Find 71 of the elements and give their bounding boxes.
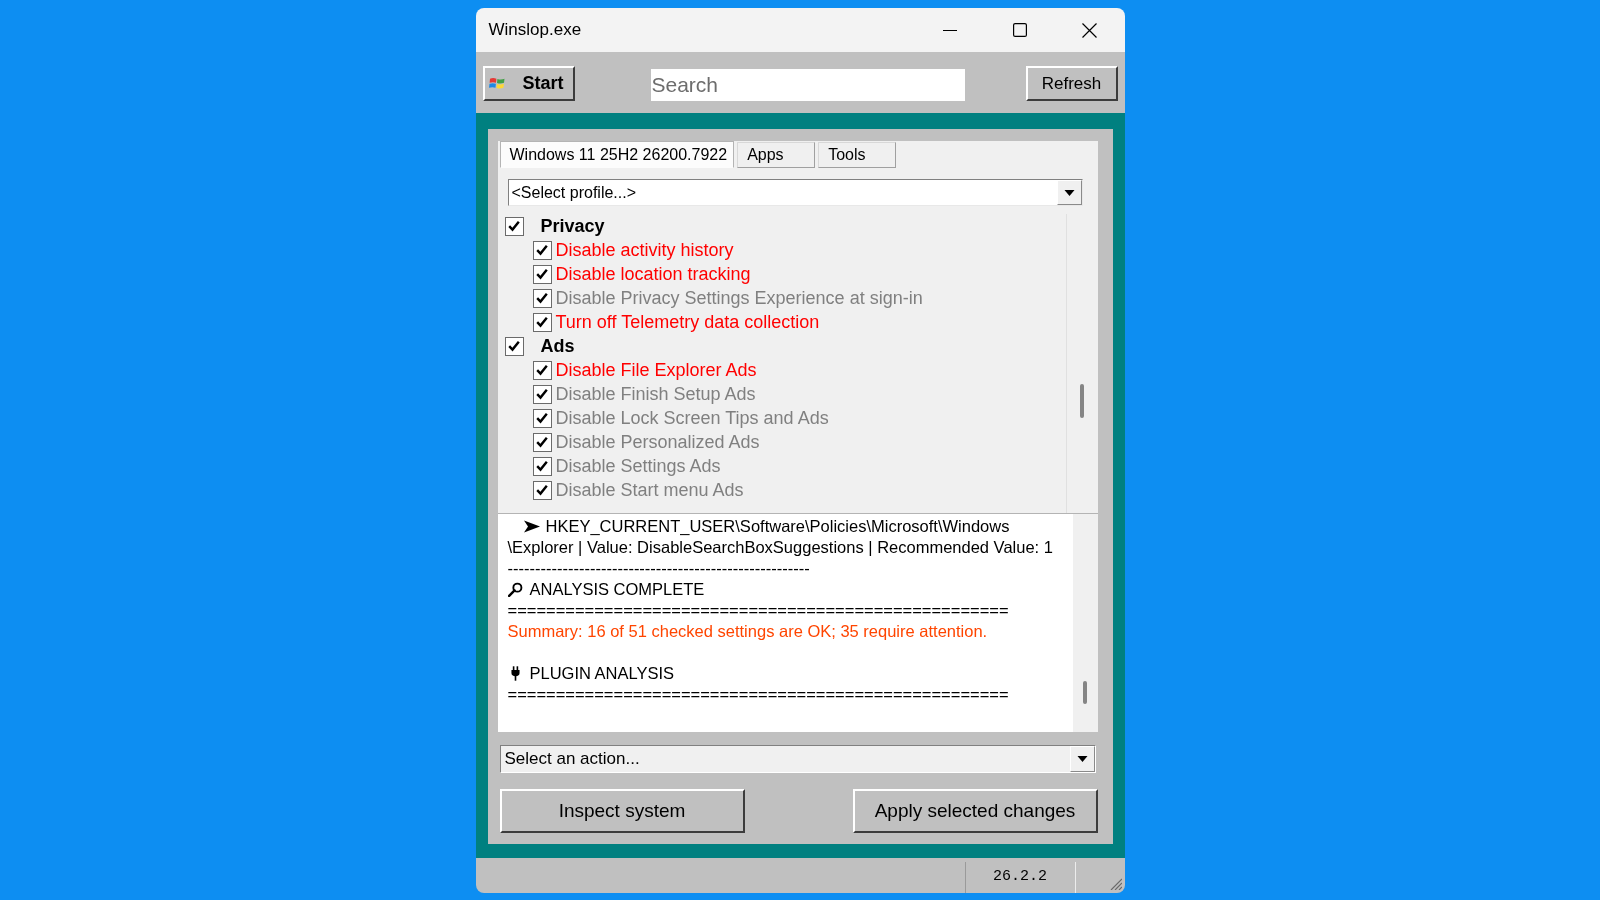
check-icon: [536, 316, 548, 328]
setting-label: Disable File Explorer Ads: [555, 358, 757, 382]
apply-button[interactable]: Apply selected changes: [852, 789, 1098, 833]
setting-label: Disable Privacy Settings Experience at sign-in: [555, 286, 923, 310]
profile-select[interactable]: <Select profile...>: [507, 179, 1083, 206]
checkbox[interactable]: [504, 336, 524, 356]
arrowhead-icon: [523, 520, 540, 533]
version-label: 26.2.2: [964, 862, 1076, 893]
setting-label: Disable Finish Setup Ads: [555, 382, 756, 406]
check-icon: [536, 268, 548, 280]
setting-label: Disable Lock Screen Tips and Ads: [555, 406, 829, 430]
caret-icon: [1076, 756, 1088, 762]
search-field[interactable]: Search: [650, 69, 965, 101]
checkbox[interactable]: [532, 456, 552, 476]
tab[interactable]: Tools: [818, 142, 897, 168]
group-label: Ads: [540, 334, 575, 358]
log-line: \Explorer | Value: DisableSearchBoxSuggestions | Recommended Value: 1: [507, 537, 1053, 559]
scrollbar-thumb[interactable]: [1083, 681, 1087, 704]
check-icon: [536, 412, 548, 424]
magnifier-icon: [508, 582, 523, 597]
inspect-button[interactable]: Inspect system: [499, 789, 745, 833]
scrollbar-thumb[interactable]: [1080, 384, 1084, 418]
dropdown-button[interactable]: [1069, 746, 1095, 772]
tab[interactable]: Apps: [737, 142, 816, 168]
close-icon: [1082, 22, 1097, 38]
check-icon: [536, 436, 548, 448]
log-heading: PLUGIN ANALYSIS: [529, 663, 675, 685]
window-title: Winslop.exe: [487, 19, 582, 42]
flag-icon: [488, 77, 505, 90]
resize-grip-icon: [1109, 878, 1122, 890]
check-icon: [536, 460, 548, 472]
check-icon: [536, 364, 548, 376]
checkbox[interactable]: [532, 408, 552, 428]
action-select[interactable]: Select an action...: [499, 745, 1096, 773]
checkbox[interactable]: [532, 240, 552, 260]
check-icon: [536, 484, 548, 496]
log-summary: Summary: 16 of 51 checked settings are OK; 35 require attention.: [507, 621, 988, 643]
log-entry: HKEY_CURRENT_USER\Software\Policies\Microsoft\Windows: [545, 516, 1010, 538]
setting-label: Disable location tracking: [555, 262, 751, 286]
log-separator: ====================================================: [507, 600, 1009, 622]
plug-icon: [511, 666, 520, 681]
setting-label: Disable Settings Ads: [555, 454, 721, 478]
minimize-icon: [942, 29, 957, 31]
log-heading: ANALYSIS COMPLETE: [529, 579, 705, 601]
checkbox[interactable]: [532, 312, 552, 332]
checkbox[interactable]: [532, 288, 552, 308]
check-icon: [536, 388, 548, 400]
checkbox[interactable]: [532, 264, 552, 284]
group-label: Privacy: [540, 214, 605, 238]
checkbox[interactable]: [532, 480, 552, 500]
setting-label: Disable Personalized Ads: [555, 430, 760, 454]
check-icon: [536, 244, 548, 256]
maximize-icon: [1012, 23, 1027, 37]
checkbox[interactable]: [504, 216, 524, 236]
setting-label: Disable Start menu Ads: [555, 478, 744, 502]
setting-label: Turn off Telemetry data collection: [555, 310, 820, 334]
log-separator: -------------------------------------------------------: [507, 558, 810, 580]
check-icon: [508, 220, 520, 232]
scrollbar[interactable]: [1072, 514, 1098, 732]
check-icon: [508, 340, 520, 352]
caret-icon: [1063, 189, 1075, 196]
checkbox[interactable]: [532, 384, 552, 404]
setting-label: Disable activity history: [555, 238, 734, 262]
dropdown-button[interactable]: [1056, 180, 1082, 205]
start-button[interactable]: Start: [482, 66, 575, 101]
log-separator: ====================================================: [507, 684, 1009, 706]
tab[interactable]: Windows 11 25H2 26200.7922: [499, 141, 735, 168]
refresh-button[interactable]: Refresh: [1025, 66, 1118, 101]
check-icon: [536, 292, 548, 304]
checkbox[interactable]: [532, 360, 552, 380]
checkbox[interactable]: [532, 432, 552, 452]
